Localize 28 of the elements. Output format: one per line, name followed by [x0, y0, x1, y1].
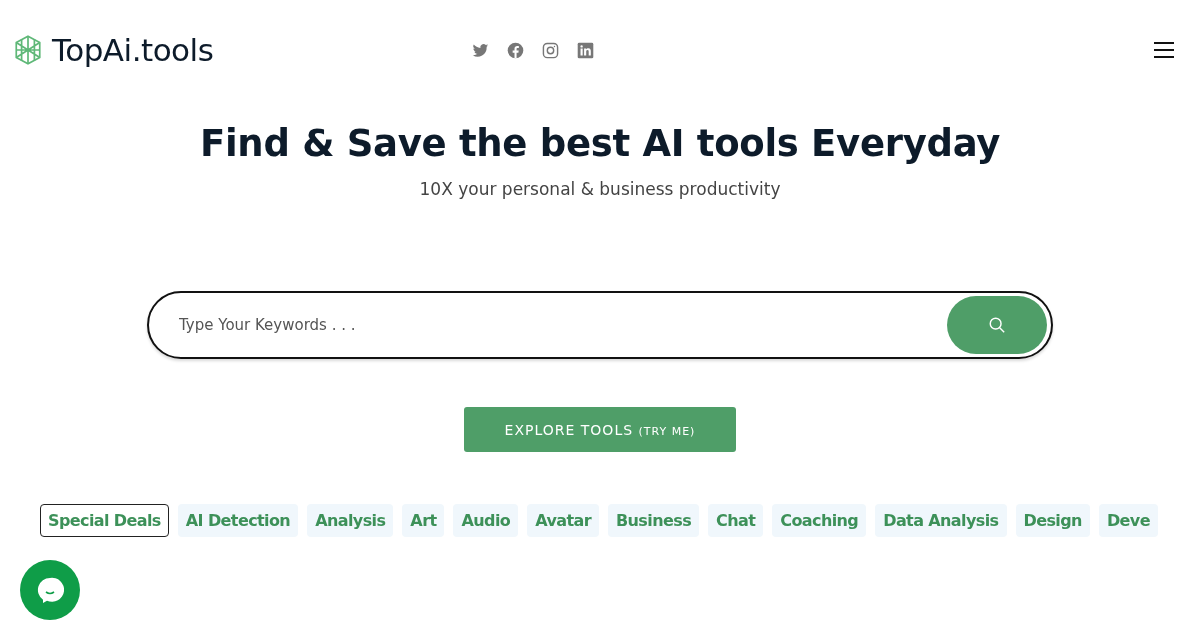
instagram-icon[interactable] [542, 41, 559, 59]
category-tag[interactable]: Art [402, 504, 445, 537]
linkedin-icon[interactable] [577, 41, 594, 59]
explore-tools-button[interactable]: EXPLORE TOOLS (TRY ME) [464, 407, 736, 452]
category-tag[interactable]: Special Deals [40, 504, 169, 537]
category-tag[interactable]: Business [608, 504, 700, 537]
menu-icon[interactable] [1154, 42, 1174, 58]
category-tag[interactable]: Avatar [527, 504, 599, 537]
facebook-icon[interactable] [507, 41, 524, 59]
search-icon [988, 316, 1006, 334]
logo-icon [12, 34, 44, 66]
hero-subtitle: 10X your personal & business productivity [418, 179, 782, 199]
chat-bubble-icon [36, 576, 64, 604]
category-tag[interactable]: Data Analysis [875, 504, 1007, 537]
search-input[interactable]: Type Your Keywords . . . [177, 315, 947, 335]
category-tag[interactable]: Audio [453, 504, 519, 537]
category-tag[interactable]: Chat [708, 504, 764, 537]
logo-text[interactable]: TopAi.tools [52, 32, 214, 68]
category-tag[interactable]: Deve [1098, 504, 1158, 537]
search-button[interactable] [947, 296, 1047, 354]
hero-title: Find & Save the best AI tools Everyday [199, 122, 1001, 165]
category-tag[interactable]: Design [1015, 504, 1090, 537]
search-bar[interactable]: Type Your Keywords . . . [147, 291, 1053, 359]
category-tag[interactable]: Coaching [772, 504, 867, 537]
category-tag[interactable]: AI Detection [177, 504, 299, 537]
chat-widget-button[interactable] [20, 560, 80, 620]
category-tag[interactable]: Analysis [307, 504, 394, 537]
twitter-icon[interactable] [472, 41, 489, 59]
